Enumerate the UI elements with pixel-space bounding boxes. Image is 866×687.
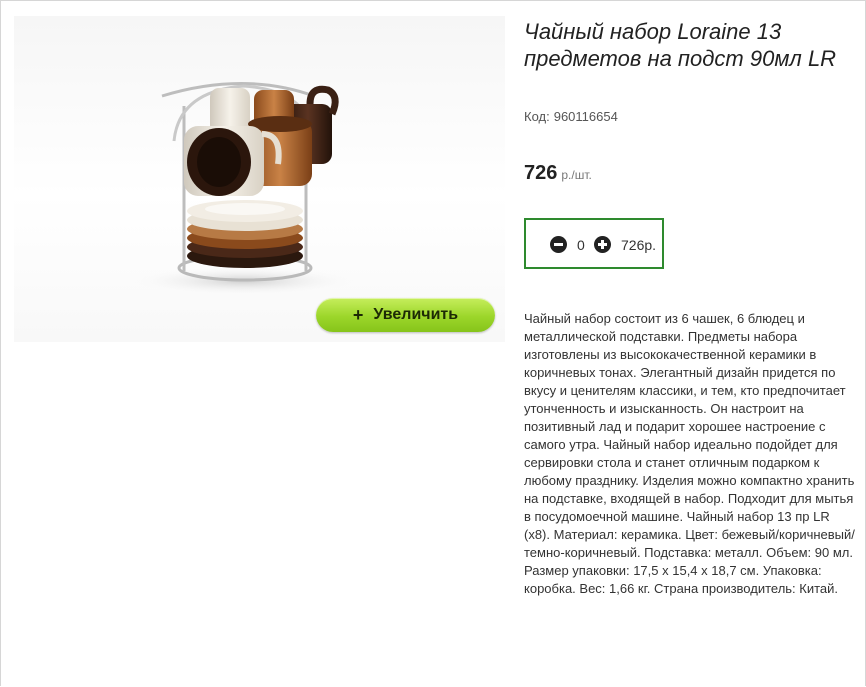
- quantity-value: 0: [577, 237, 585, 253]
- code-label: Код:: [524, 109, 550, 124]
- zoom-button[interactable]: + Увеличить: [316, 298, 495, 332]
- tea-set-illustration: [134, 82, 354, 295]
- zoom-button-label: Увеличить: [373, 306, 459, 323]
- plus-icon: +: [352, 304, 364, 325]
- price-value: 726: [524, 162, 558, 184]
- product-title: Чайный набор Loraine 13 предметов на под…: [524, 19, 837, 71]
- product-price: 726 р./шт.: [524, 162, 592, 185]
- product-description: Чайный набор состоит из 6 чашек, 6 блюде…: [524, 311, 855, 596]
- quantity-sum: 726р.: [621, 237, 657, 253]
- code-value: 960116654: [553, 109, 618, 124]
- quantity-stepper: 0 726р.: [524, 218, 664, 269]
- product-image[interactable]: [14, 16, 505, 342]
- plus-circle-icon[interactable]: [594, 236, 611, 253]
- product-code: Код: 960116654: [524, 109, 618, 124]
- price-unit: р./шт.: [561, 168, 592, 182]
- minus-circle-icon[interactable]: [550, 236, 567, 253]
